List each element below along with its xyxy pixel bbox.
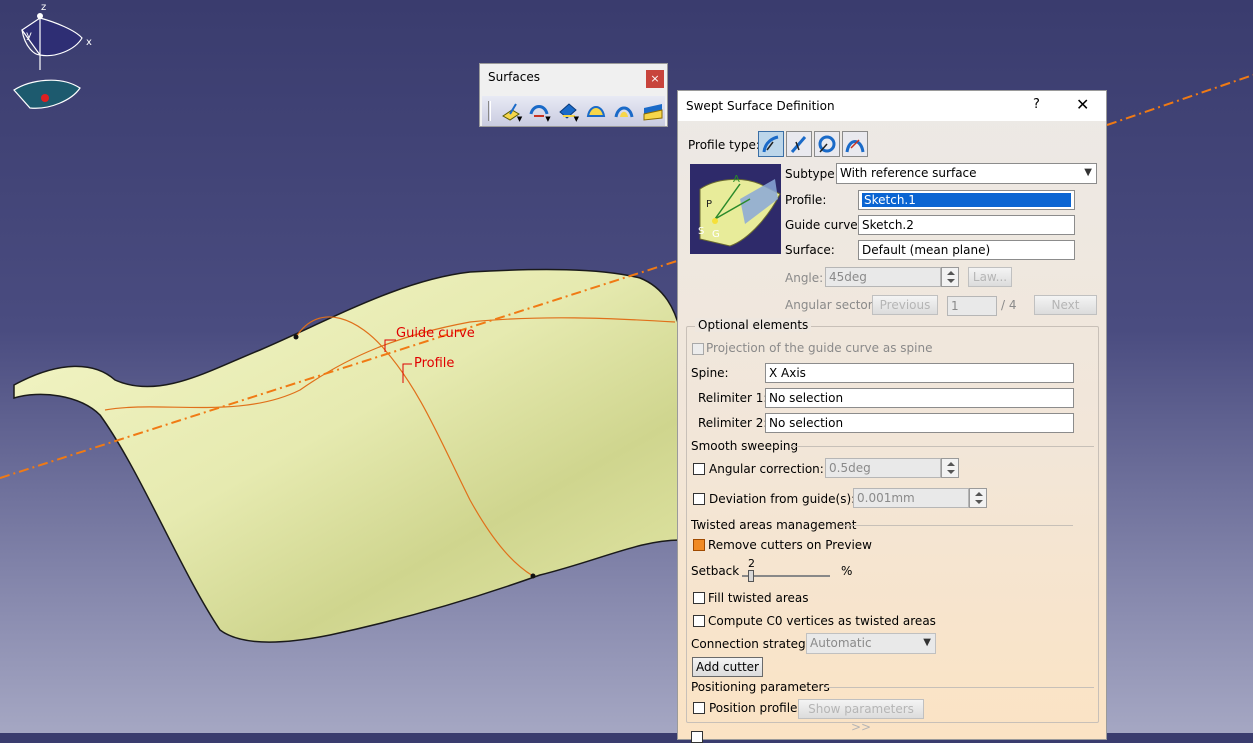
- explicit-profile-icon[interactable]: [758, 131, 784, 157]
- relimiter2-label: Relimiter 2:: [698, 416, 768, 430]
- surface-field[interactable]: Default (mean plane): [858, 240, 1075, 260]
- connection-strategy-select[interactable]: Automatic ▼: [806, 633, 936, 654]
- angle-spinner[interactable]: [941, 267, 959, 287]
- guide-curve-field[interactable]: Sketch.2: [858, 215, 1075, 235]
- deviation-spinner[interactable]: [969, 488, 987, 508]
- circle-profile-icon[interactable]: [814, 131, 840, 157]
- line-profile-icon[interactable]: [786, 131, 812, 157]
- show-parameters-button[interactable]: Show parameters >>: [798, 699, 924, 734]
- spine-axis-line-right: [1106, 74, 1253, 126]
- law-button[interactable]: Law...: [968, 267, 1012, 287]
- guide-curve-field-label: Guide curve:: [785, 218, 862, 232]
- angular-correction-label: Angular correction:: [709, 462, 824, 476]
- toolbar-close-button[interactable]: ×: [646, 70, 664, 88]
- spine-field[interactable]: X Axis: [765, 363, 1074, 383]
- sector-total: / 4: [1001, 298, 1017, 312]
- angle-field[interactable]: 45deg: [825, 267, 941, 287]
- sweep-icon[interactable]: ▼: [555, 98, 580, 124]
- previous-button[interactable]: Previous: [872, 295, 938, 315]
- spine-label: Spine:: [691, 366, 729, 380]
- curve-endpoint: [293, 334, 299, 340]
- next-button[interactable]: Next: [1034, 295, 1097, 315]
- profile-type-label: Profile type:: [688, 138, 760, 152]
- surfaces-toolbar: Surfaces × ▼ ▼ ▼: [479, 63, 668, 127]
- fill-icon[interactable]: [583, 98, 608, 124]
- position-profile-label: Position profile: [709, 701, 798, 715]
- extrude-icon[interactable]: ▼: [498, 98, 523, 124]
- angular-correction-checkbox[interactable]: [693, 463, 705, 475]
- toolbar-grip[interactable]: [488, 101, 491, 121]
- svg-text:x: x: [86, 37, 92, 48]
- swept-surface: [13, 268, 681, 643]
- multisection-icon[interactable]: [611, 98, 636, 124]
- add-cutter-button[interactable]: Add cutter: [692, 657, 763, 677]
- positioning-title: Positioning parameters: [691, 680, 830, 694]
- remove-cutters-label: Remove cutters on Preview: [708, 538, 872, 552]
- dialog-title: Swept Surface Definition: [686, 99, 835, 113]
- svg-text:A: A: [733, 174, 740, 185]
- help-button[interactable]: ?: [1033, 97, 1040, 112]
- relimiter1-label: Relimiter 1:: [698, 391, 768, 405]
- subtype-label: Subtype:: [785, 167, 839, 181]
- compute-c0-label: Compute C0 vertices as twisted areas: [708, 614, 936, 628]
- close-button[interactable]: ✕: [1076, 95, 1089, 114]
- toolbar-title: Surfaces: [488, 70, 540, 84]
- deviation-label: Deviation from guide(s):: [709, 492, 856, 506]
- compass-icon[interactable]: z y x: [0, 0, 128, 120]
- swept-surface-dialog: Swept Surface Definition ? ✕ Profile typ…: [677, 90, 1107, 743]
- projection-checkbox[interactable]: [692, 343, 704, 355]
- deviation-field[interactable]: 0.001mm: [853, 488, 969, 508]
- conic-profile-icon[interactable]: [842, 131, 868, 157]
- svg-text:S: S: [698, 226, 704, 237]
- angular-correction-field[interactable]: 0.5deg: [825, 458, 941, 478]
- projection-label: Projection of the guide curve as spine: [706, 341, 933, 355]
- fill-twisted-label: Fill twisted areas: [708, 591, 809, 605]
- connection-strategy-label: Connection strategy:: [691, 637, 816, 651]
- smooth-sweeping-title: Smooth sweeping: [691, 439, 799, 453]
- svg-text:z: z: [41, 2, 46, 13]
- twisted-areas-title: Twisted areas management: [691, 518, 857, 532]
- setback-slider-track[interactable]: [742, 575, 830, 577]
- surface-field-label: Surface:: [785, 243, 835, 257]
- curve-endpoint: [530, 573, 536, 579]
- remove-cutters-checkbox[interactable]: [693, 539, 705, 551]
- dialog-titlebar[interactable]: Swept Surface Definition ? ✕: [678, 91, 1106, 121]
- setback-label: Setback: [691, 564, 740, 578]
- blend-icon[interactable]: [640, 98, 665, 124]
- angular-sector-label: Angular sector:: [785, 298, 877, 312]
- angular-correction-spinner[interactable]: [941, 458, 959, 478]
- setback-slider-handle[interactable]: [748, 570, 754, 582]
- setback-unit: %: [841, 564, 853, 578]
- svg-text:y: y: [26, 30, 32, 41]
- fill-twisted-checkbox[interactable]: [693, 592, 705, 604]
- chevron-down-icon: ▼: [1084, 167, 1092, 178]
- profile-label[interactable]: Profile: [414, 356, 454, 371]
- chevron-down-icon: ▼: [923, 637, 931, 648]
- relimiter1-field[interactable]: No selection: [765, 388, 1074, 408]
- setback-value: 2: [748, 557, 755, 570]
- angle-label: Angle:: [785, 271, 824, 285]
- revolve-icon[interactable]: ▼: [526, 98, 551, 124]
- svg-text:P: P: [706, 199, 712, 210]
- compute-c0-checkbox[interactable]: [693, 615, 705, 627]
- optional-elements-title: Optional elements: [695, 318, 812, 332]
- guide-curve-label[interactable]: Guide curve: [396, 326, 475, 341]
- profile-field[interactable]: Sketch.1: [858, 190, 1075, 210]
- profile-field-label: Profile:: [785, 193, 827, 207]
- relimiter2-field[interactable]: No selection: [765, 413, 1074, 433]
- position-profile-checkbox[interactable]: [693, 702, 705, 714]
- deviation-checkbox[interactable]: [693, 493, 705, 505]
- subtype-select[interactable]: With reference surface ▼: [836, 163, 1097, 184]
- subtype-preview-image: A P S G: [690, 164, 781, 254]
- sector-field[interactable]: 1: [947, 296, 997, 316]
- svg-text:G: G: [712, 229, 720, 240]
